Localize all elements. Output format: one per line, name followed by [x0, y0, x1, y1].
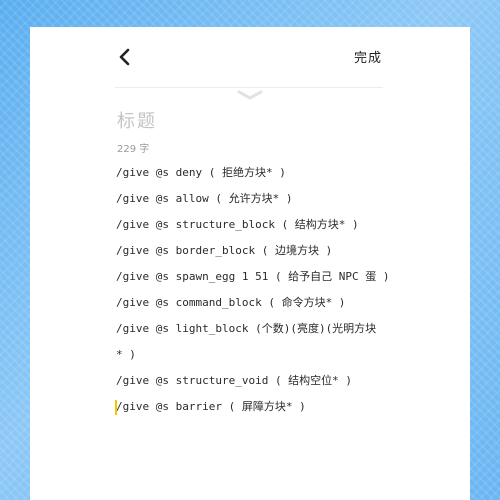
note-editor: 完成 标题 229 字 /give @s deny ( 拒绝方块* ) /giv… [30, 27, 470, 500]
text-line: /give @s deny ( 拒绝方块* ) [116, 166, 286, 179]
text-line-with-cursor: /give @s barrier ( 屏障方块* ) [115, 394, 416, 420]
text-line-content: /give @s barrier ( 屏障方块* ) [116, 400, 306, 413]
character-count: 229 字 [117, 144, 150, 155]
text-cursor [115, 400, 117, 415]
text-line: /give @s spawn_egg 1 51 ( 给予自己 NPC 蛋 ) [116, 270, 390, 283]
note-body[interactable]: /give @s deny ( 拒绝方块* ) /give @s allow (… [115, 160, 416, 420]
done-button[interactable]: 完成 [354, 47, 382, 66]
text-line: /give @s structure_void ( 结构空位* ) [116, 374, 353, 387]
text-line: * ) [116, 348, 136, 361]
back-button[interactable] [114, 44, 134, 70]
text-line: /give @s light_block (个数)(亮度)(光明方块 [116, 322, 377, 335]
text-line: /give @s border_block ( 边境方块 ) [116, 244, 333, 257]
text-line: /give @s command_block ( 命令方块* ) [116, 296, 346, 309]
text-line: /give @s structure_block ( 结构方块* ) [116, 218, 359, 231]
title-field[interactable]: 标题 [117, 107, 157, 133]
text-line: /give @s allow ( 允许方块* ) [116, 192, 293, 205]
divider [115, 87, 383, 88]
chevron-down-icon[interactable] [235, 89, 265, 101]
chevron-left-icon [119, 48, 130, 66]
